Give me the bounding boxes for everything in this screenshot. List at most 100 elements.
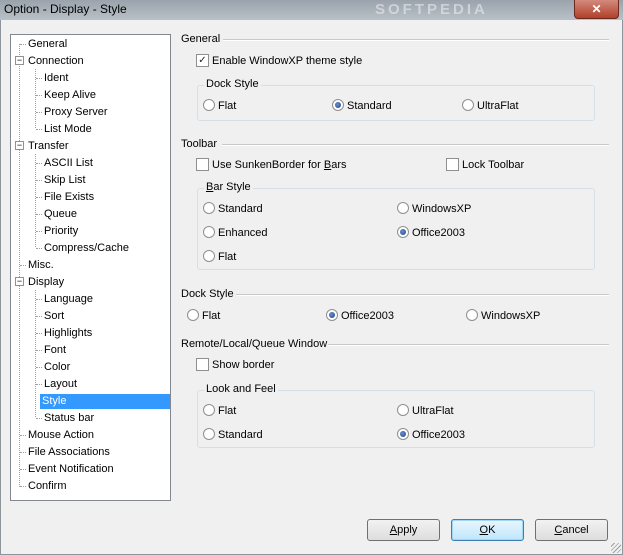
dock-style-group-title: Dock Style <box>204 78 261 90</box>
radio-icon <box>466 309 478 322</box>
bar-style-windowsxp-radio[interactable]: WindowsXP <box>397 202 471 216</box>
tree-connector <box>35 290 36 417</box>
sunken-border-checkbox[interactable]: Use SunkenBorder for Bars <box>196 157 347 172</box>
rlq-window-section-title: Remote/Local/Queue Window <box>181 338 328 350</box>
tree-item-priority[interactable]: Priority <box>42 224 80 239</box>
window-title: Option - Display - Style <box>4 2 127 16</box>
enable-xp-theme-checkbox[interactable]: ✓ Enable WindowXP theme style <box>196 53 362 68</box>
apply-label: pply <box>397 524 418 536</box>
checkbox-icon <box>196 357 209 371</box>
tree-item-keep-alive[interactable]: Keep Alive <box>42 88 98 103</box>
tree-item-layout[interactable]: Layout <box>42 377 79 392</box>
dock-style-ultraflat-radio[interactable]: UltraFlat <box>462 99 519 113</box>
apply-mnemonic: A <box>389 524 398 536</box>
radio-selected-icon <box>397 428 409 441</box>
ok-button[interactable]: OK <box>451 519 524 541</box>
dock-style-flat-radio[interactable]: Flat <box>203 99 236 113</box>
radio-icon <box>203 428 215 441</box>
radio-label: Flat <box>218 405 237 417</box>
look-standard-radio[interactable]: Standard <box>203 428 263 442</box>
tree-item-ident[interactable]: Ident <box>42 71 70 86</box>
dock-style-standard-radio[interactable]: Standard <box>332 99 392 113</box>
tree-item-color[interactable]: Color <box>42 360 72 375</box>
bar-style-title-text: ar Style <box>213 181 251 193</box>
cancel-button[interactable]: Cancel <box>535 519 608 541</box>
tree-item-proxy-server[interactable]: Proxy Server <box>42 105 110 120</box>
tree-item-sort[interactable]: Sort <box>42 309 66 324</box>
lock-toolbar-checkbox[interactable]: Lock Toolbar <box>446 157 525 172</box>
tree-item-font[interactable]: Font <box>42 343 68 358</box>
collapse-transfer-icon[interactable]: − <box>15 141 24 150</box>
look-and-feel-group-title: Look and Feel <box>204 383 278 395</box>
radio-label: UltraFlat <box>477 100 519 112</box>
tree-item-ascii-list[interactable]: ASCII List <box>42 156 95 171</box>
tree-item-list-mode[interactable]: List Mode <box>42 122 94 137</box>
apply-button[interactable]: Apply <box>367 519 440 541</box>
radio-icon <box>203 250 215 263</box>
tree-item-connection[interactable]: Connection <box>26 54 86 69</box>
radio-icon <box>203 404 215 417</box>
collapse-connection-icon[interactable]: − <box>15 56 24 65</box>
radio-label: Office2003 <box>341 310 395 322</box>
look-ultraflat-radio[interactable]: UltraFlat <box>397 404 454 418</box>
tree-item-compress-cache[interactable]: Compress/Cache <box>42 241 131 256</box>
tree-item-file-associations[interactable]: File Associations <box>26 445 112 460</box>
checkbox-icon <box>446 157 459 171</box>
tree-item-confirm[interactable]: Confirm <box>26 479 69 494</box>
checkbox-check-icon: ✓ <box>196 53 209 67</box>
radio-icon <box>203 202 215 215</box>
tree-connector <box>35 154 36 247</box>
bar-style-flat-radio[interactable]: Flat <box>203 250 236 264</box>
close-button[interactable]: ✕ <box>574 0 619 19</box>
show-border-checkbox[interactable]: Show border <box>196 357 275 372</box>
radio-label: Standard <box>218 429 263 441</box>
tree-item-display[interactable]: Display <box>26 275 66 290</box>
radio-icon <box>397 404 409 417</box>
cancel-label: ancel <box>562 524 589 536</box>
general-section-title: General <box>181 33 221 45</box>
tree-item-skip-list[interactable]: Skip List <box>42 173 88 188</box>
dock-office2003-radio[interactable]: Office2003 <box>326 309 394 323</box>
show-border-label: Show border <box>212 359 275 371</box>
toolbar-section-title: Toolbar <box>181 138 218 150</box>
radio-selected-icon <box>326 309 338 322</box>
tree-item-style[interactable]: Style <box>40 394 170 409</box>
radio-label: WindowsXP <box>481 310 541 322</box>
tree-item-event-notification[interactable]: Event Notification <box>26 462 116 477</box>
tree-item-highlights[interactable]: Highlights <box>42 326 94 341</box>
dock-flat-radio[interactable]: Flat <box>187 309 220 323</box>
tree-item-status-bar[interactable]: Status bar <box>42 411 96 426</box>
bar-style-group-title: Bar Style <box>204 181 253 193</box>
collapse-display-icon[interactable]: − <box>15 277 24 286</box>
radio-icon <box>397 202 409 215</box>
bar-style-office2003-radio[interactable]: Office2003 <box>397 226 465 240</box>
ok-label: K <box>488 524 496 536</box>
bar-style-standard-radio[interactable]: Standard <box>203 202 263 216</box>
bar-style-enhanced-radio[interactable]: Enhanced <box>203 226 268 240</box>
radio-label: Office2003 <box>412 227 466 239</box>
dock-windowsxp-radio[interactable]: WindowsXP <box>466 309 540 323</box>
radio-label: Office2003 <box>412 429 466 441</box>
look-office2003-radio[interactable]: Office2003 <box>397 428 465 442</box>
section-divider <box>222 144 609 146</box>
radio-icon <box>203 226 215 239</box>
softpedia-watermark: SOFTPEDIA <box>375 1 488 18</box>
tree-item-queue[interactable]: Queue <box>42 207 79 222</box>
resize-grip-icon[interactable] <box>611 543 621 553</box>
radio-label: Standard <box>347 100 392 112</box>
tree-item-mouse-action[interactable]: Mouse Action <box>26 428 96 443</box>
lock-toolbar-label: Lock Toolbar <box>462 159 525 171</box>
tree-item-file-exists[interactable]: File Exists <box>42 190 96 205</box>
tree-item-transfer[interactable]: Transfer <box>26 139 71 154</box>
radio-icon <box>187 309 199 322</box>
tree-item-misc[interactable]: Misc. <box>26 258 56 273</box>
radio-label: Enhanced <box>218 227 268 239</box>
options-tree[interactable]: − − − General Connection Ident Keep Aliv… <box>10 34 171 501</box>
section-divider <box>236 294 609 296</box>
section-divider <box>328 344 609 346</box>
look-flat-radio[interactable]: Flat <box>203 404 236 418</box>
tree-item-general[interactable]: General <box>26 37 69 52</box>
tree-item-language[interactable]: Language <box>42 292 95 307</box>
radio-label: Flat <box>202 310 221 322</box>
radio-label: Flat <box>218 100 237 112</box>
